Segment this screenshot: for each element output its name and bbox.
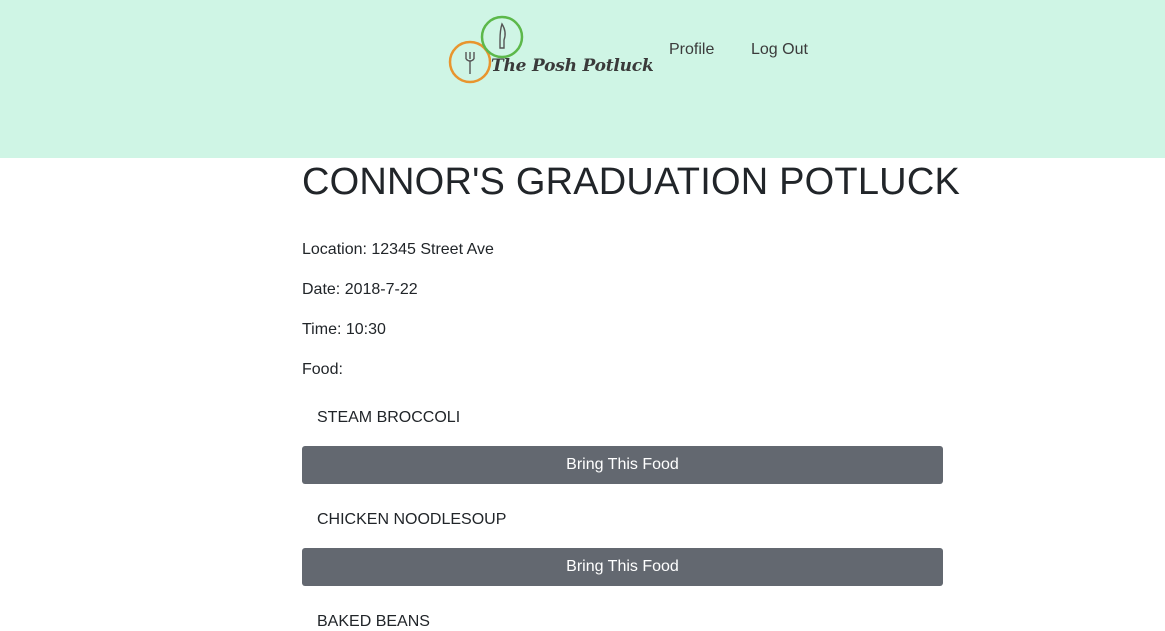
food-label: Food:: [302, 361, 343, 378]
site-logo[interactable]: The Posh Potluck: [446, 14, 654, 88]
event-location: Location: 12345 Street Ave: [302, 241, 494, 258]
page-title: CONNOR'S GRADUATION POTLUCK: [302, 161, 961, 203]
site-header: The Posh Potluck Profile Log Out: [0, 0, 1165, 158]
food-item-name: BAKED BEANS: [317, 613, 430, 630]
logo-text: The Posh Potluck: [491, 56, 654, 76]
nav-logout-link[interactable]: Log Out: [751, 41, 808, 59]
food-item-name: STEAM BROCCOLI: [317, 409, 461, 426]
event-time: Time: 10:30: [302, 321, 386, 338]
event-date: Date: 2018-7-22: [302, 281, 418, 298]
nav-profile-link[interactable]: Profile: [669, 41, 714, 59]
logo-circles-icon: [448, 15, 524, 84]
bring-food-button[interactable]: Bring This Food: [302, 446, 943, 484]
bring-food-button[interactable]: Bring This Food: [302, 548, 943, 586]
food-item-name: CHICKEN NOODLESOUP: [317, 511, 507, 528]
